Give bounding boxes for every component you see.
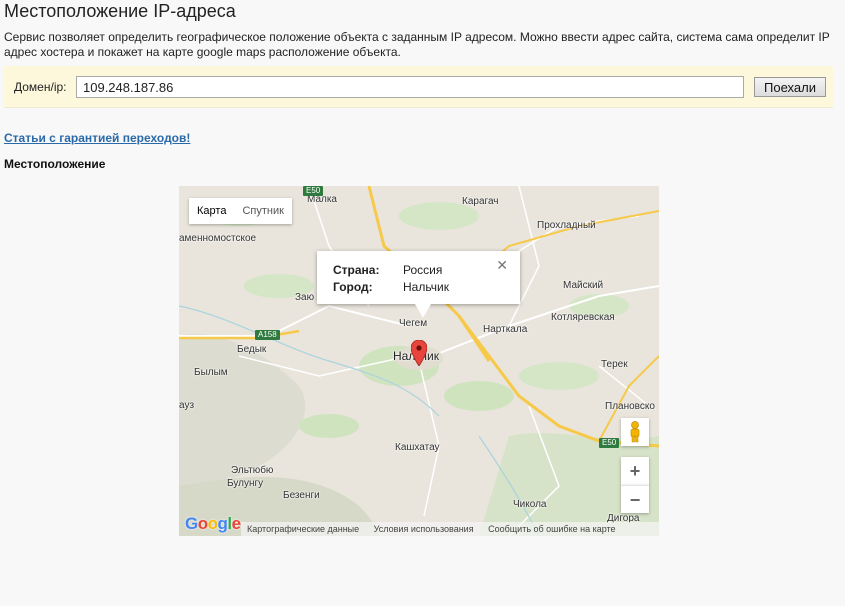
zoom-out-button[interactable]: − bbox=[621, 485, 649, 513]
map-type-control: Карта Спутник bbox=[189, 198, 292, 224]
page-title: Местоположение IP-адреса bbox=[4, 1, 236, 21]
close-icon[interactable]: ✕ bbox=[496, 257, 508, 274]
terms-link[interactable]: Условия использования bbox=[374, 524, 474, 534]
place-bezengi: Безенги bbox=[283, 490, 320, 501]
place-zayu: Заю bbox=[295, 292, 315, 303]
place-nartkala: Нарткала bbox=[483, 324, 528, 335]
zoom-in-button[interactable]: + bbox=[621, 457, 649, 485]
pegman-icon bbox=[630, 421, 640, 443]
place-chegem: Чегем bbox=[399, 318, 428, 329]
place-bulungu: Булунгу bbox=[227, 478, 264, 489]
google-logo: Google bbox=[185, 514, 241, 533]
city-value: Нальчик bbox=[403, 280, 449, 294]
domain-label: Домен/ip: bbox=[14, 80, 67, 94]
place-kotlyarevskaya: Котляревская bbox=[551, 312, 615, 323]
place-karagach: Карагач bbox=[462, 196, 499, 207]
road-badge-e50-right: E50 bbox=[599, 438, 620, 448]
tab-map[interactable]: Карта bbox=[189, 198, 234, 224]
road-badge-e50-top: E50 bbox=[303, 186, 324, 196]
place-terek: Терек bbox=[601, 359, 628, 370]
info-window: Страна: Россия Город: Нальчик ✕ bbox=[317, 251, 520, 304]
place-kamennomostskoe: аменномостское bbox=[179, 233, 257, 244]
location-heading: Местоположение bbox=[4, 157, 106, 171]
domain-ip-input[interactable] bbox=[76, 76, 744, 98]
place-chikola: Чикола bbox=[513, 499, 547, 510]
map-footer: Картографические данные Условия использо… bbox=[241, 522, 659, 536]
country-value: Россия bbox=[403, 263, 443, 277]
road-badge-a158: A158 bbox=[255, 330, 280, 340]
info-city-row: Город: Нальчик bbox=[333, 280, 449, 294]
info-country-row: Страна: Россия bbox=[333, 263, 442, 277]
tab-satellite[interactable]: Спутник bbox=[234, 198, 291, 224]
place-bylym: Былым bbox=[194, 367, 228, 378]
place-planovskoe: Плановско bbox=[605, 401, 655, 412]
articles-link[interactable]: Статьи с гарантией переходов! bbox=[4, 131, 190, 145]
place-mayskiy: Майский bbox=[563, 280, 604, 291]
place-auz: ауз bbox=[179, 400, 195, 411]
report-error-link[interactable]: Сообщить об ошибке на карте bbox=[488, 524, 615, 534]
lookup-form: Домен/ip: Поехали bbox=[4, 66, 833, 108]
google-map[interactable]: Малка Карагач Прохладный аменномостское … bbox=[179, 186, 659, 536]
street-view-button[interactable] bbox=[621, 418, 649, 446]
city-label: Город: bbox=[333, 280, 373, 294]
country-label: Страна: bbox=[333, 263, 380, 277]
place-prokhladny: Прохладный bbox=[537, 220, 596, 231]
place-eltyubyu: Эльтюбю bbox=[231, 465, 274, 476]
map-marker-icon[interactable] bbox=[411, 340, 427, 366]
map-data-link[interactable]: Картографические данные bbox=[247, 524, 359, 534]
info-window-tail bbox=[415, 304, 431, 318]
place-kashkhatau: Кашхатау bbox=[395, 442, 440, 453]
page-description: Сервис позволяет определить географическ… bbox=[4, 30, 830, 59]
go-button[interactable]: Поехали bbox=[754, 77, 826, 97]
place-bedyk: Бедык bbox=[237, 344, 267, 355]
